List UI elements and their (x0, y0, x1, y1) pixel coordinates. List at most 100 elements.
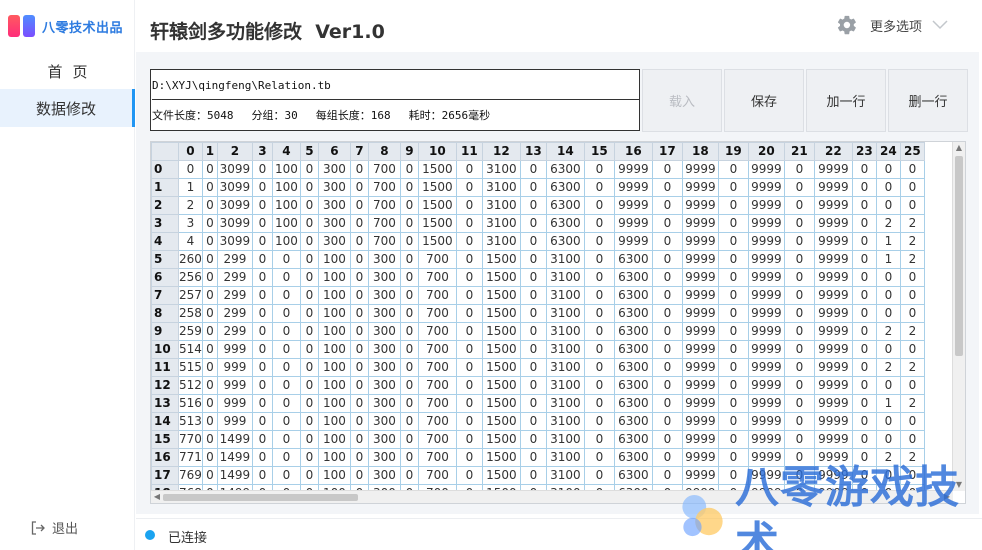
grid-cell[interactable]: 300 (317, 160, 351, 179)
grid-cell[interactable]: 9999 (747, 358, 785, 377)
grid-cell[interactable]: 300 (317, 214, 351, 233)
grid-cell[interactable]: 9999 (747, 412, 785, 431)
grid-cell[interactable]: 0 (519, 160, 547, 179)
grid-cell[interactable]: 771 (178, 448, 203, 467)
grid-cell[interactable]: 999 (216, 394, 253, 413)
grid-cell[interactable]: 0 (399, 430, 419, 449)
grid-cell[interactable]: 0 (899, 178, 925, 197)
grid-cell[interactable]: 6300 (613, 358, 653, 377)
grid-cell[interactable]: 512 (178, 376, 203, 395)
grid-cell[interactable]: 0 (651, 178, 683, 197)
grid-cell[interactable]: 3100 (545, 340, 585, 359)
column-header[interactable]: 1 (201, 142, 218, 161)
grid-cell[interactable]: 0 (299, 196, 319, 215)
grid-cell[interactable]: 3100 (545, 304, 585, 323)
grid-cell[interactable]: 0 (399, 394, 419, 413)
grid-cell[interactable]: 9999 (747, 304, 785, 323)
grid-cell[interactable]: 700 (417, 268, 457, 287)
column-header[interactable]: 21 (783, 142, 815, 161)
grid-cell[interactable]: 0 (455, 412, 483, 431)
grid-cell[interactable]: 9999 (813, 232, 853, 251)
row-header[interactable]: 14 (151, 412, 179, 431)
grid-cell[interactable]: 0 (783, 178, 815, 197)
grid-cell[interactable]: 0 (783, 268, 815, 287)
grid-cell[interactable]: 3100 (545, 286, 585, 305)
grid-cell[interactable]: 0 (651, 250, 683, 269)
grid-cell[interactable]: 257 (178, 286, 203, 305)
grid-cell[interactable]: 259 (178, 322, 203, 341)
grid-cell[interactable]: 3100 (545, 430, 585, 449)
grid-cell[interactable]: 300 (367, 286, 401, 305)
grid-cell[interactable]: 100 (317, 376, 351, 395)
grid-cell[interactable]: 2 (875, 358, 901, 377)
grid-cell[interactable]: 3100 (545, 412, 585, 431)
grid-cell[interactable]: 3100 (545, 322, 585, 341)
column-header[interactable]: 0 (178, 142, 203, 161)
grid-cell[interactable]: 9999 (747, 448, 785, 467)
grid-cell[interactable]: 0 (899, 286, 925, 305)
grid-cell[interactable]: 3100 (545, 376, 585, 395)
grid-cell[interactable]: 700 (417, 466, 457, 485)
grid-cell[interactable]: 0 (399, 178, 419, 197)
grid-cell[interactable]: 6300 (613, 412, 653, 431)
grid-cell[interactable]: 0 (299, 322, 319, 341)
grid-cell[interactable]: 0 (299, 304, 319, 323)
grid-cell[interactable]: 1 (178, 178, 203, 197)
grid-cell[interactable]: 9999 (813, 214, 853, 233)
grid-cell[interactable]: 0 (201, 250, 218, 269)
grid-cell[interactable]: 0 (201, 340, 218, 359)
grid-cell[interactable]: 700 (417, 394, 457, 413)
grid-cell[interactable]: 0 (783, 232, 815, 251)
column-header[interactable]: 5 (299, 142, 319, 161)
grid-cell[interactable]: 0 (851, 430, 877, 449)
grid-cell[interactable]: 2 (178, 196, 203, 215)
logout-button[interactable]: 退出 (30, 518, 78, 537)
grid-cell[interactable]: 0 (899, 304, 925, 323)
grid-cell[interactable]: 700 (367, 232, 401, 251)
grid-cell[interactable]: 0 (251, 214, 273, 233)
grid-cell[interactable]: 0 (651, 466, 683, 485)
table-row[interactable]: 8 258 0 299 0 0 0 100 0 300 0 700 0 1500 0 3100 0 6300 0 99… (151, 304, 925, 323)
grid-cell[interactable]: 6300 (613, 322, 653, 341)
grid-cell[interactable]: 100 (317, 250, 351, 269)
grid-cell[interactable]: 700 (417, 448, 457, 467)
grid-cell[interactable]: 300 (367, 340, 401, 359)
grid-cell[interactable]: 0 (717, 430, 749, 449)
grid-cell[interactable]: 0 (399, 196, 419, 215)
grid-cell[interactable]: 3099 (216, 214, 253, 233)
grid-cell[interactable]: 9999 (813, 448, 853, 467)
grid-cell[interactable]: 0 (519, 412, 547, 431)
grid-cell[interactable]: 0 (651, 160, 683, 179)
grid-cell[interactable]: 0 (899, 430, 925, 449)
grid-cell[interactable]: 0 (583, 196, 615, 215)
grid-cell[interactable]: 0 (783, 412, 815, 431)
grid-cell[interactable]: 0 (583, 232, 615, 251)
grid-cell[interactable]: 100 (271, 232, 301, 251)
grid-cell[interactable]: 700 (417, 358, 457, 377)
grid-cell[interactable]: 300 (367, 466, 401, 485)
grid-cell[interactable]: 1499 (216, 430, 253, 449)
table-row[interactable]: 14 513 0 999 0 0 0 100 0 300 0 700 0 1500 0 3100 0 6300 0 9… (151, 412, 925, 431)
column-header[interactable]: 18 (681, 142, 719, 161)
grid-cell[interactable]: 6300 (613, 394, 653, 413)
grid-cell[interactable]: 0 (349, 250, 369, 269)
grid-cell[interactable]: 0 (349, 394, 369, 413)
grid-cell[interactable]: 999 (216, 376, 253, 395)
grid-cell[interactable]: 1500 (481, 286, 521, 305)
grid-cell[interactable]: 0 (651, 196, 683, 215)
grid-cell[interactable]: 0 (455, 232, 483, 251)
grid-cell[interactable]: 100 (317, 430, 351, 449)
grid-cell[interactable]: 0 (251, 232, 273, 251)
grid-cell[interactable]: 0 (349, 178, 369, 197)
grid-cell[interactable]: 700 (417, 340, 457, 359)
grid-cell[interactable]: 0 (717, 214, 749, 233)
grid-cell[interactable]: 0 (783, 358, 815, 377)
grid-cell[interactable]: 0 (519, 286, 547, 305)
grid-cell[interactable]: 0 (349, 196, 369, 215)
table-row[interactable]: 16 771 0 1499 0 0 0 100 0 300 0 700 0 1500 0 3100 0 6300 0… (151, 448, 925, 467)
grid-cell[interactable]: 700 (367, 214, 401, 233)
grid-cell[interactable]: 1500 (481, 358, 521, 377)
row-header[interactable]: 2 (151, 196, 179, 215)
grid-cell[interactable]: 700 (417, 250, 457, 269)
grid-cell[interactable]: 0 (201, 268, 218, 287)
